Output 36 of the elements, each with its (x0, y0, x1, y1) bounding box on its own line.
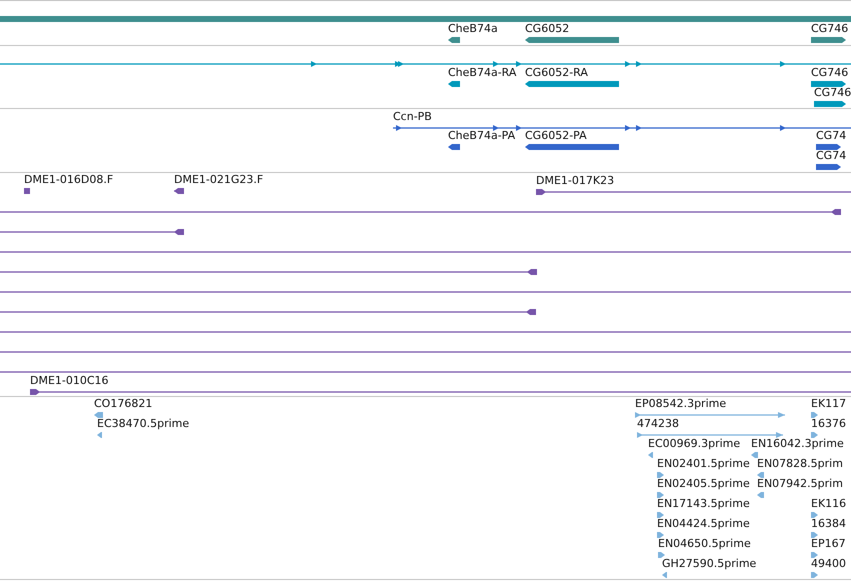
feature-label: CG74 (816, 150, 846, 162)
feature-label: CO176821 (94, 398, 152, 410)
feature-label: CG74 (816, 130, 846, 142)
feature-label: 474238 (637, 418, 679, 430)
feature-label: CheB74a-PA (448, 130, 516, 142)
feature-label: EP167 (811, 538, 846, 550)
feature-label: CG746 (811, 67, 848, 79)
feature-label: EK117 (811, 398, 846, 410)
feature-label: EN07828.5prim (757, 458, 843, 470)
feature-label: 16384 (811, 518, 846, 530)
feature-label: Ccn-PB (393, 111, 432, 123)
feature-label: EN04424.5prime (657, 518, 750, 530)
feature-label: CheB74a (448, 23, 498, 35)
feature-label: CG746 (811, 23, 848, 35)
feature-label: CheB74a-RA (448, 67, 516, 79)
feature-label: EN04650.5prime (658, 538, 751, 550)
feature-label: EN02401.5prime (657, 458, 750, 470)
feature-label: EK116 (811, 498, 846, 510)
feature-label: EN02405.5prime (657, 478, 750, 490)
feature-label: DME1-016D08.F (24, 174, 114, 186)
feature-label: EC00969.3prime (648, 438, 740, 450)
feature-label: CG6052-PA (525, 130, 587, 142)
feature-label: 49400 (811, 558, 846, 570)
feature-label: CG6052-RA (525, 67, 588, 79)
feature-label: GH27590.5prime (662, 558, 756, 570)
feature-label: EN17143.5prime (657, 498, 750, 510)
feature-label: DME1-017K23 (536, 175, 614, 187)
feature-label: DME1-010C16 (30, 375, 109, 387)
feature-label: EN07942.5prim (757, 478, 843, 490)
feature-label: EN16042.3prime (751, 438, 844, 450)
feature-label: EP08542.3prime (635, 398, 726, 410)
feature-label: CG746 (814, 87, 851, 99)
feature-label: CG6052 (525, 23, 570, 35)
feature-label: 16376 (811, 418, 846, 430)
feature-label: DME1-021G23.F (174, 174, 264, 186)
feature-label: EC38470.5prime (97, 418, 190, 430)
